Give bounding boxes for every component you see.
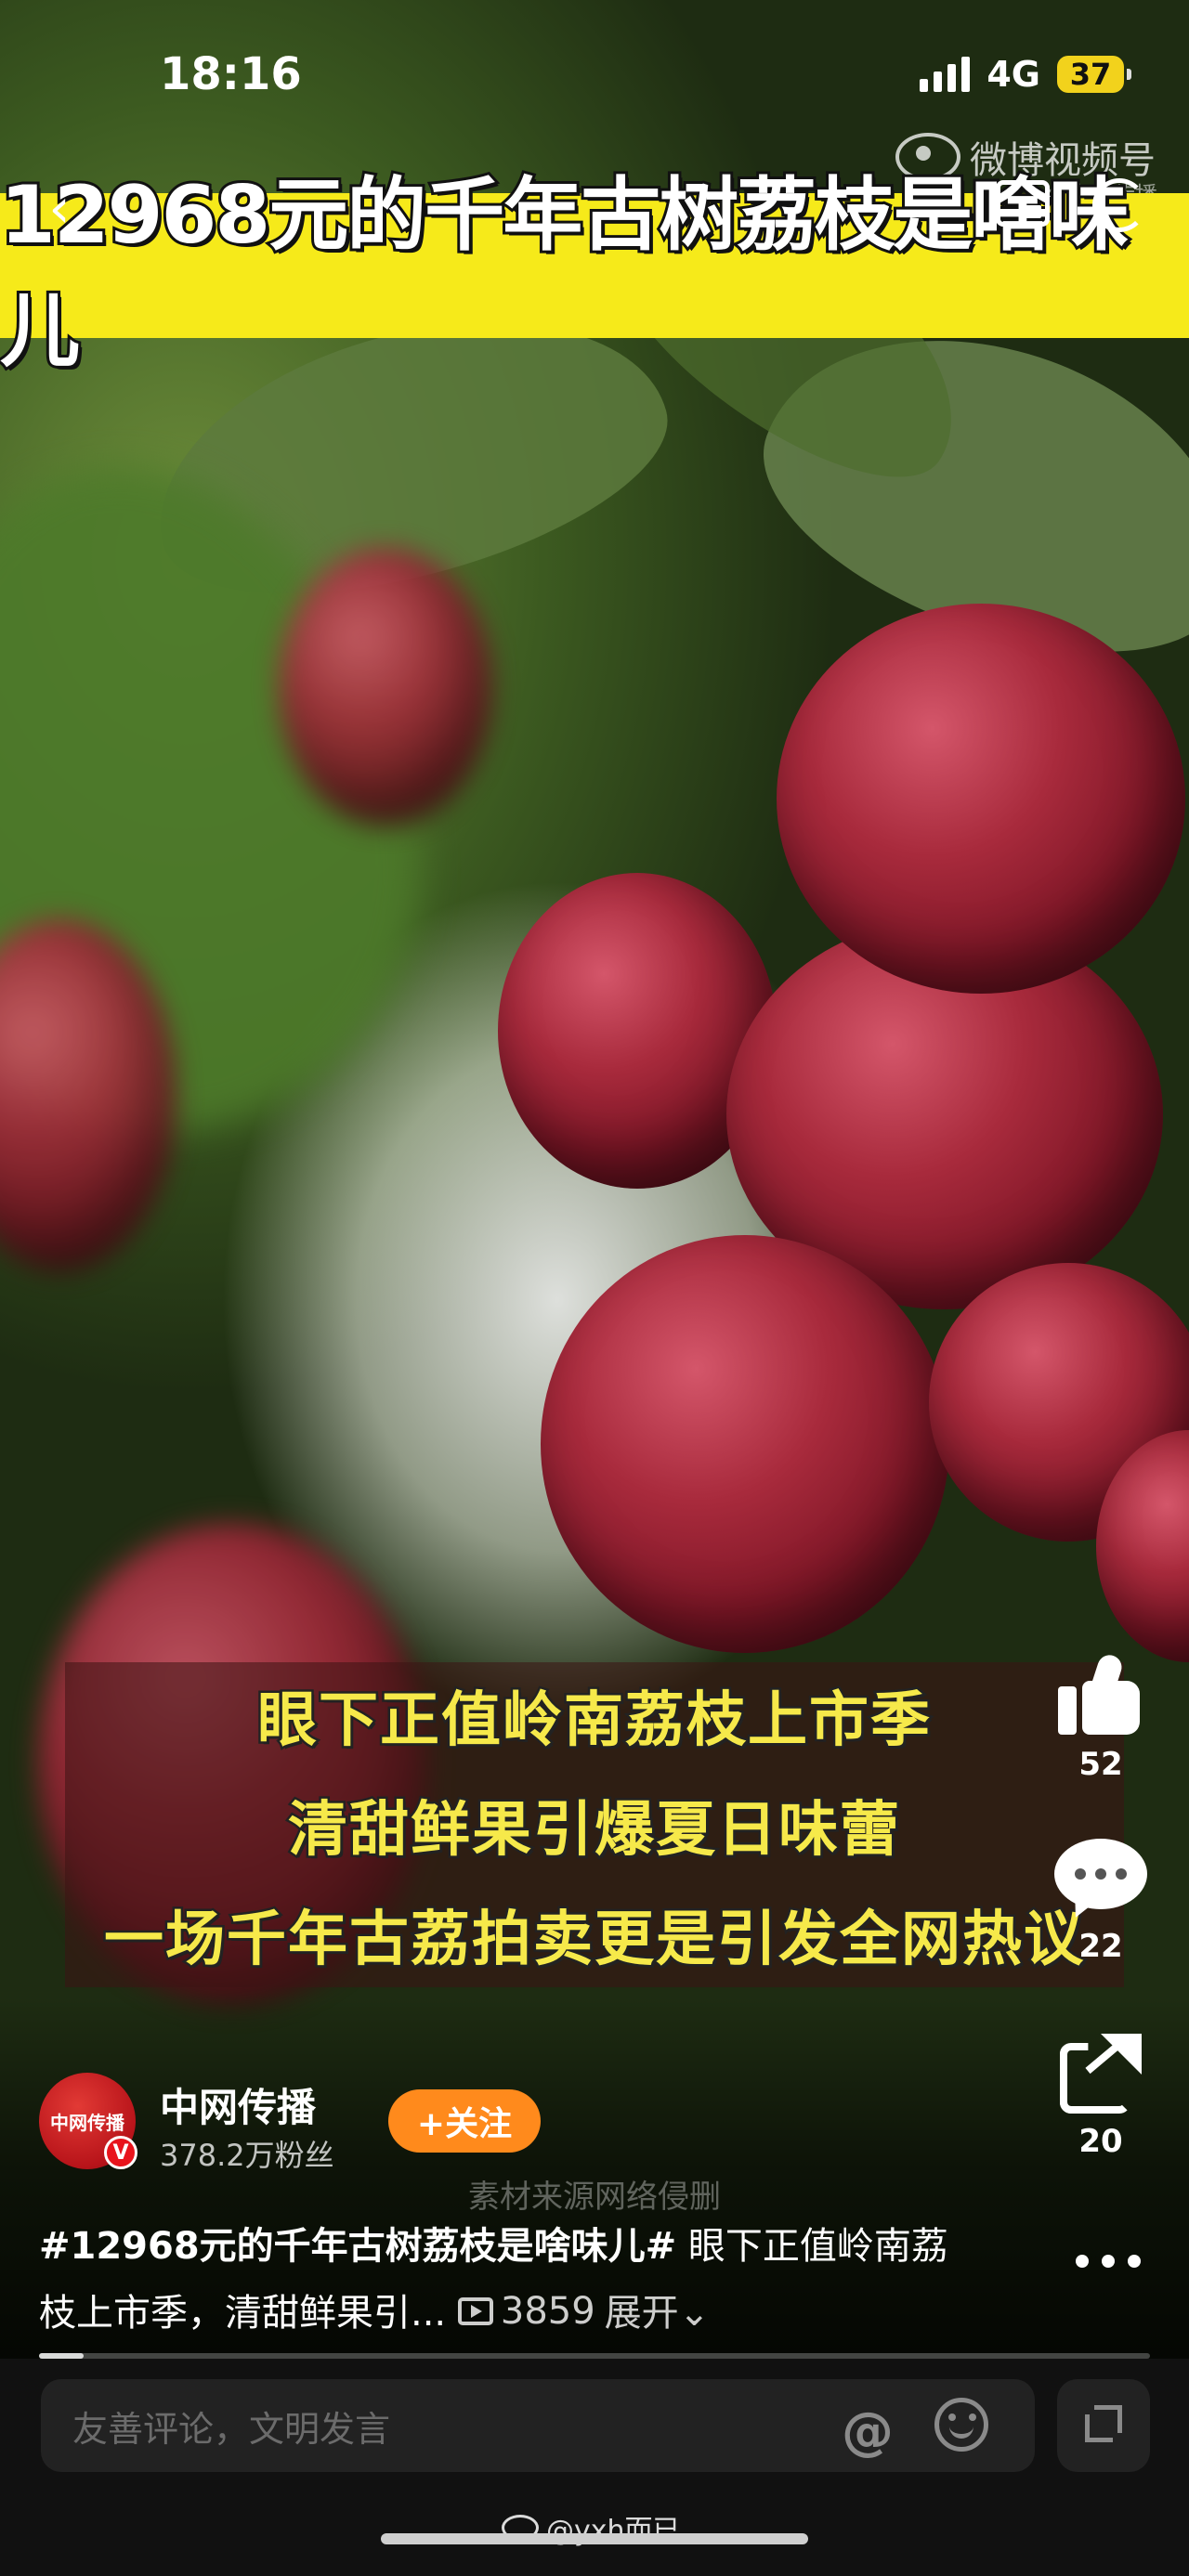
share-button[interactable]: 20 — [1050, 2034, 1152, 2160]
play-count: 3859 — [457, 2279, 595, 2344]
comment-icon — [1054, 1839, 1147, 1922]
lychee-fruit — [279, 548, 492, 826]
signal-icon — [920, 57, 971, 92]
subtitle-line: 一场千年古荔拍卖更是引发全网热议 — [102, 1904, 1086, 1977]
pip-icon[interactable] — [996, 180, 1050, 227]
hashtag-link[interactable]: #12968元的千年古树荔枝是啥味儿# — [39, 2225, 676, 2268]
back-icon[interactable]: ‹ — [33, 176, 85, 240]
like-button[interactable]: 52 — [1050, 1652, 1152, 1783]
play-count-value: 3859 — [500, 2290, 595, 2333]
subtitle-line: 清甜鲜果引爆夏日味蕾 — [286, 1794, 902, 1867]
comment-placeholder: 友善评论，文明发言 — [72, 2408, 391, 2450]
refresh-icon[interactable] — [1092, 178, 1146, 232]
fullscreen-button[interactable] — [1057, 2379, 1150, 2472]
status-indicators: 4G 37 — [920, 54, 1131, 95]
video-description[interactable]: #12968元的千年古树荔枝是啥味儿# 眼下正值岭南荔枝上市季，清甜鲜果引...… — [39, 2214, 949, 2346]
battery-icon: 37 — [1057, 56, 1131, 93]
verified-badge: V — [104, 2136, 137, 2169]
home-indicator[interactable] — [381, 2533, 808, 2544]
at-icon[interactable]: @ — [842, 2401, 894, 2462]
subtitle-line: 眼下正值岭南荔枝上市季 — [255, 1685, 933, 1758]
share-icon — [1060, 2034, 1142, 2114]
play-icon — [457, 2297, 493, 2325]
expand-button[interactable]: 展开⌄ — [605, 2292, 711, 2335]
lychee-fruit — [541, 1235, 949, 1653]
network-type: 4G — [986, 54, 1040, 95]
battery-level: 37 — [1069, 57, 1112, 92]
status-time: 18:16 — [160, 48, 302, 100]
comment-count: 22 — [1078, 1928, 1123, 1965]
share-count: 20 — [1078, 2123, 1123, 2160]
lychee-fruit — [777, 604, 1185, 994]
follow-button[interactable]: +关注 — [388, 2089, 541, 2153]
comment-button[interactable]: 22 — [1050, 1839, 1152, 1965]
subtitle-box: 眼下正值岭南荔枝上市季 清甜鲜果引爆夏日味蕾 一场千年古荔拍卖更是引发全网热议 — [65, 1662, 1124, 1987]
like-count: 52 — [1078, 1746, 1123, 1783]
author-name[interactable]: 中网传播 — [160, 2076, 316, 2133]
emoji-icon[interactable] — [934, 2398, 988, 2452]
source-note: 素材来源网络侵删 — [468, 2179, 721, 2216]
more-icon[interactable] — [1076, 2255, 1141, 2268]
fullscreen-icon-part — [1094, 2405, 1122, 2433]
avatar-text: 中网传播 — [50, 2111, 124, 2134]
author-fans: 378.2万粉丝 — [160, 2138, 334, 2173]
like-icon — [1056, 1652, 1145, 1737]
